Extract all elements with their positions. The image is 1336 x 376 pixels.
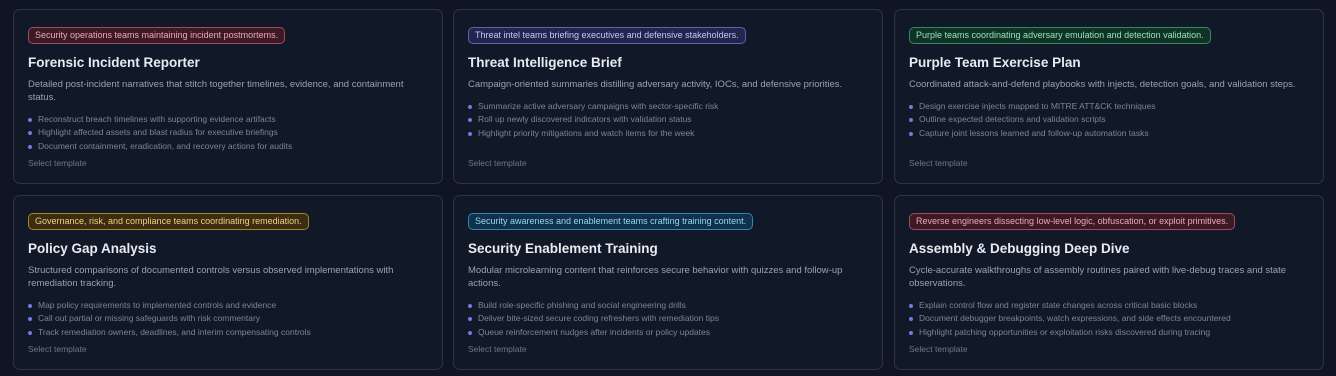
bullet-dot-icon — [468, 118, 472, 123]
feature-item: Roll up newly discovered indicators with… — [468, 113, 868, 126]
audience-badge: Governance, risk, and compliance teams c… — [28, 213, 309, 230]
select-template-button[interactable]: Select template — [468, 344, 527, 354]
bullet-dot-icon — [909, 118, 913, 123]
feature-list: Reconstruct breach timelines with suppor… — [28, 113, 428, 153]
audience-badge: Reverse engineers dissecting low-level l… — [909, 213, 1236, 230]
bullet-dot-icon — [909, 105, 913, 109]
bullet-dot-icon — [468, 131, 472, 136]
feature-item: Summarize active adversary campaigns wit… — [468, 100, 868, 113]
feature-item: Highlight priority mitigations and watch… — [468, 127, 868, 140]
feature-item: Highlight patching opportunities or expl… — [909, 326, 1309, 339]
template-card-policy-gap-analysis[interactable]: Governance, risk, and compliance teams c… — [13, 195, 443, 370]
template-description: Cycle-accurate walkthroughs of assembly … — [909, 265, 1287, 289]
feature-item: Design exercise injects mapped to MITRE … — [909, 100, 1309, 113]
bullet-dot-icon — [28, 144, 32, 149]
feature-item: Outline expected detections and validati… — [909, 113, 1309, 126]
audience-badge: Purple teams coordinating adversary emul… — [909, 27, 1211, 44]
audience-badge: Security awareness and enablement teams … — [468, 213, 754, 230]
feature-item: Call out partial or missing safeguards w… — [28, 312, 428, 325]
bullet-dot-icon — [468, 304, 472, 308]
template-description: Detailed post-incident narratives that s… — [28, 79, 404, 103]
template-grid: Security operations teams maintaining in… — [0, 0, 1336, 376]
template-description: Modular microlearning content that reinf… — [468, 265, 843, 289]
bullet-dot-icon — [28, 330, 32, 335]
select-template-button[interactable]: Select template — [28, 344, 87, 354]
template-card-purple-team-exercise-plan[interactable]: Purple teams coordinating adversary emul… — [894, 9, 1324, 184]
feature-item: Deliver bite-sized secure coding refresh… — [468, 312, 868, 325]
template-title: Assembly & Debugging Deep Dive — [909, 241, 1130, 256]
feature-item: Map policy requirements to implemented c… — [28, 299, 428, 312]
template-description: Structured comparisons of documented con… — [28, 265, 394, 289]
select-template-button[interactable]: Select template — [28, 158, 87, 168]
bullet-dot-icon — [909, 304, 913, 308]
feature-list: Design exercise injects mapped to MITRE … — [909, 100, 1309, 140]
feature-item: Document debugger breakpoints, watch exp… — [909, 312, 1309, 325]
bullet-dot-icon — [468, 105, 472, 109]
bullet-dot-icon — [28, 304, 32, 308]
audience-badge: Threat intel teams briefing executives a… — [468, 27, 746, 44]
select-template-button[interactable]: Select template — [909, 344, 968, 354]
bullet-dot-icon — [28, 131, 32, 136]
template-title: Policy Gap Analysis — [28, 241, 157, 256]
select-template-button[interactable]: Select template — [468, 158, 527, 168]
bullet-dot-icon — [468, 317, 472, 322]
feature-list: Explain control flow and register state … — [909, 299, 1309, 339]
select-template-button[interactable]: Select template — [909, 158, 968, 168]
template-card-forensic-incident-reporter[interactable]: Security operations teams maintaining in… — [13, 9, 443, 184]
feature-item: Document containment, eradication, and r… — [28, 140, 428, 153]
feature-item: Highlight affected assets and blast radi… — [28, 126, 428, 139]
template-description: Coordinated attack-and-defend playbooks … — [909, 79, 1296, 90]
feature-list: Map policy requirements to implemented c… — [28, 299, 428, 339]
bullet-dot-icon — [468, 330, 472, 335]
feature-item: Track remediation owners, deadlines, and… — [28, 326, 428, 339]
template-title: Threat Intelligence Brief — [468, 55, 622, 70]
template-card-threat-intelligence-brief[interactable]: Threat intel teams briefing executives a… — [453, 9, 883, 184]
template-card-assembly-debugging-deep-dive[interactable]: Reverse engineers dissecting low-level l… — [894, 195, 1324, 370]
bullet-dot-icon — [28, 317, 32, 322]
template-description: Campaign-oriented summaries distilling a… — [468, 79, 843, 90]
feature-list: Build role-specific phishing and social … — [468, 299, 868, 339]
feature-item: Explain control flow and register state … — [909, 299, 1309, 312]
template-title: Forensic Incident Reporter — [28, 55, 200, 70]
template-card-security-enablement-training[interactable]: Security awareness and enablement teams … — [453, 195, 883, 370]
template-title: Security Enablement Training — [468, 241, 658, 256]
feature-list: Summarize active adversary campaigns wit… — [468, 100, 868, 140]
feature-item: Build role-specific phishing and social … — [468, 299, 868, 312]
bullet-dot-icon — [28, 118, 32, 122]
feature-item: Capture joint lessons learned and follow… — [909, 127, 1309, 140]
feature-item: Reconstruct breach timelines with suppor… — [28, 113, 428, 126]
bullet-dot-icon — [909, 131, 913, 136]
feature-item: Queue reinforcement nudges after inciden… — [468, 326, 868, 339]
bullet-dot-icon — [909, 317, 913, 322]
template-title: Purple Team Exercise Plan — [909, 55, 1081, 70]
bullet-dot-icon — [909, 330, 913, 335]
audience-badge: Security operations teams maintaining in… — [28, 27, 286, 44]
